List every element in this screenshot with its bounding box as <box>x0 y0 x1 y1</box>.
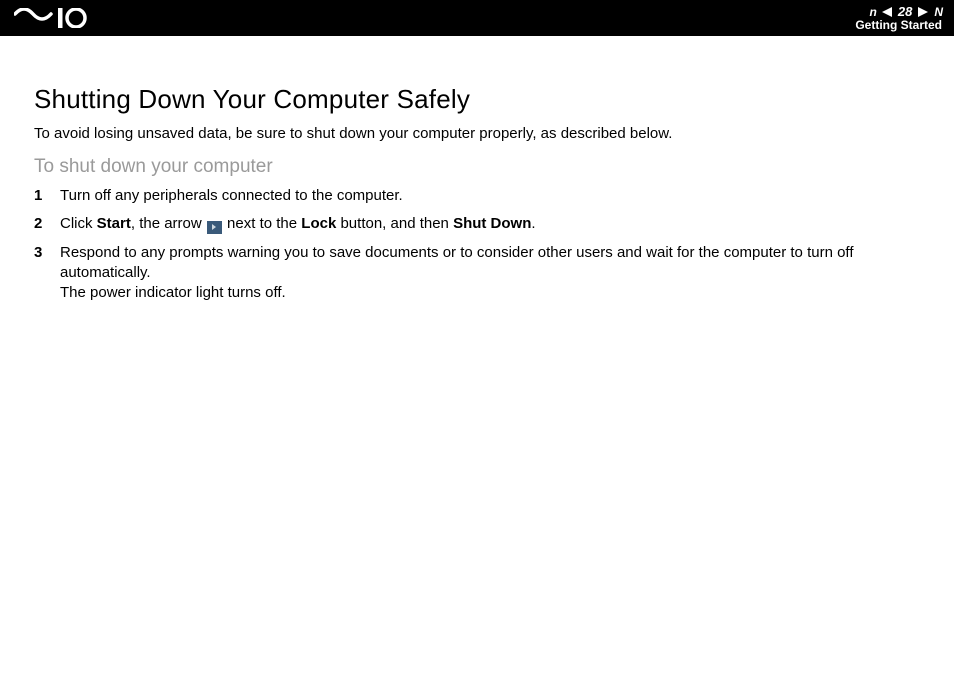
step-2-text-h: . <box>531 215 535 232</box>
step-3: Respond to any prompts warning you to sa… <box>34 243 934 304</box>
prev-page-arrow-icon[interactable] <box>882 7 892 17</box>
arrow-icon <box>207 221 222 234</box>
step-2: Click Start, the arrow next to the Lock … <box>34 214 934 234</box>
step-2-start: Start <box>97 215 131 232</box>
next-page-arrow-icon[interactable] <box>918 7 928 17</box>
header-right: n 28 N Getting Started <box>855 5 942 31</box>
vaio-logo-svg <box>14 8 100 28</box>
next-page-letter: N <box>934 6 942 18</box>
prev-page-letter: n <box>870 6 876 18</box>
step-list: Turn off any peripherals connected to th… <box>34 186 934 303</box>
page-navigator: n 28 N <box>870 5 942 18</box>
subheading: To shut down your computer <box>34 156 934 178</box>
step-2-text-c: , the arrow <box>131 215 206 232</box>
step-1: Turn off any peripherals connected to th… <box>34 186 934 206</box>
section-label: Getting Started <box>855 19 942 31</box>
step-2-shutdown: Shut Down <box>453 215 531 232</box>
step-1-text: Turn off any peripherals connected to th… <box>60 187 403 204</box>
page-content: Shutting Down Your Computer Safely To av… <box>0 36 954 303</box>
step-2-text-a: Click <box>60 215 97 232</box>
step-3-text-a: Respond to any prompts warning you to sa… <box>60 244 853 281</box>
step-2-lock: Lock <box>301 215 336 232</box>
page-number: 28 <box>898 5 912 18</box>
step-2-text-f: button, and then <box>336 215 453 232</box>
step-3-text-b: The power indicator light turns off. <box>60 284 286 301</box>
vaio-logo <box>14 0 100 36</box>
page-title: Shutting Down Your Computer Safely <box>34 84 934 115</box>
step-2-text-d: next to the <box>223 215 301 232</box>
header-bar: n 28 N Getting Started <box>0 0 954 36</box>
intro-text: To avoid losing unsaved data, be sure to… <box>34 125 934 142</box>
